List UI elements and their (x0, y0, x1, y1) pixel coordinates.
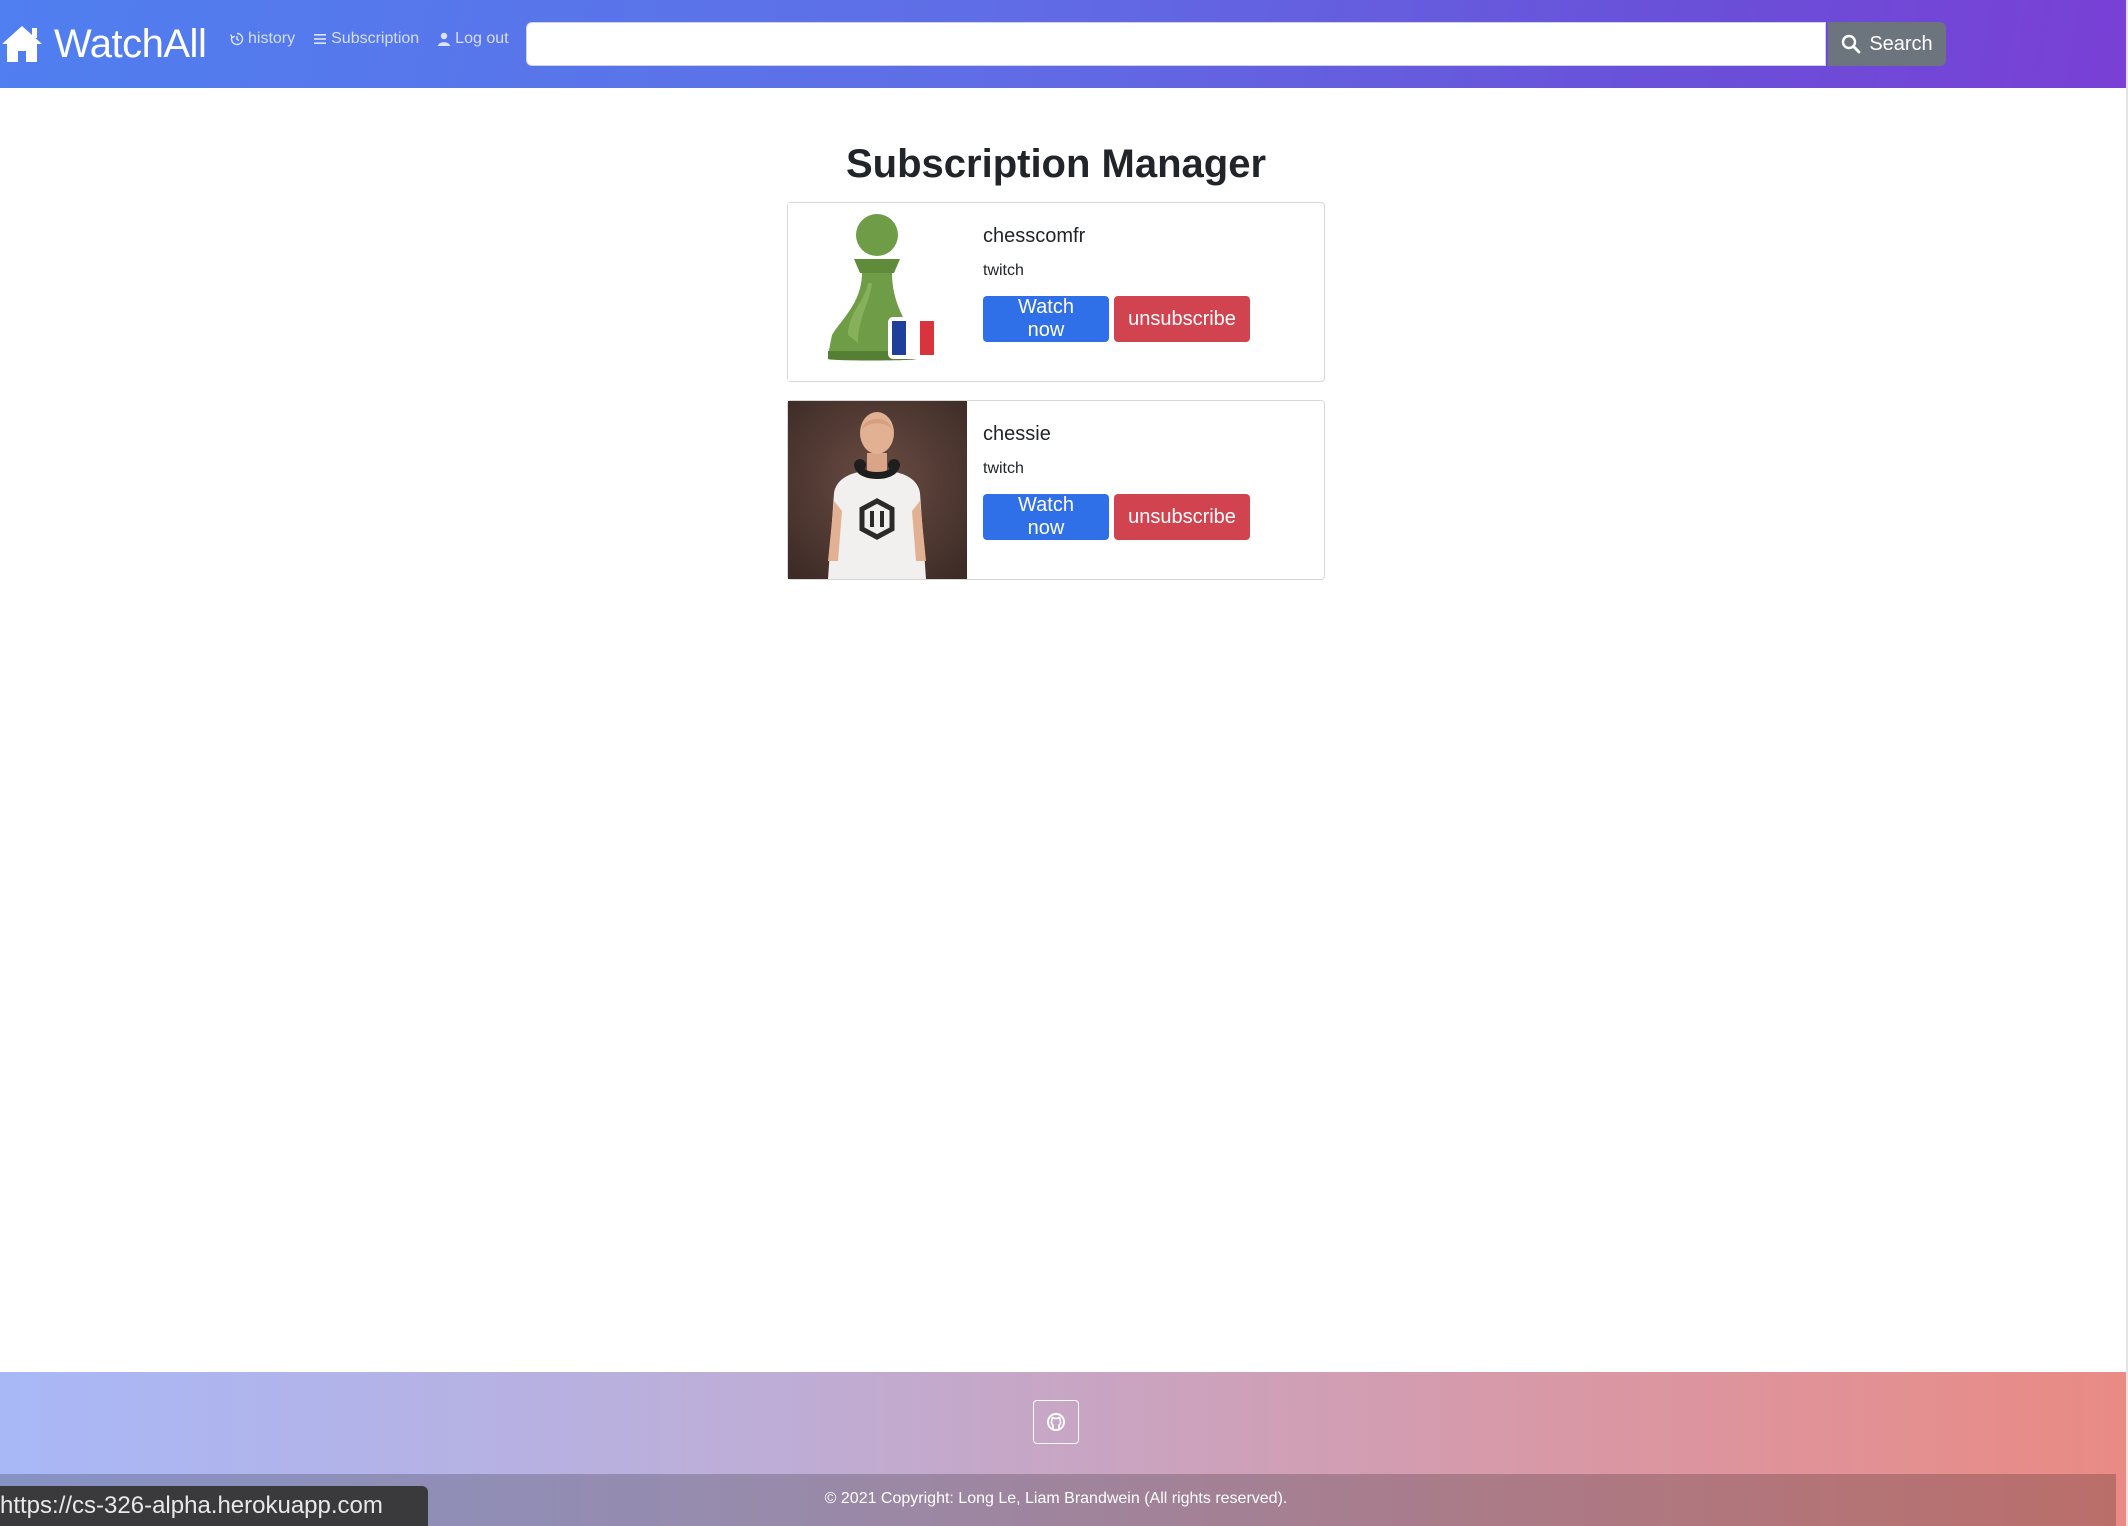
unsubscribe-button[interactable]: unsubscribe (1114, 296, 1250, 342)
card-body: chessie twitch Watch now unsubscribe (983, 417, 1250, 540)
status-bar-url: https://cs-326-alpha.herokuapp.com (0, 1486, 428, 1526)
person-photo (788, 401, 967, 579)
chess-pawn-icon (788, 203, 967, 381)
unsubscribe-button[interactable]: unsubscribe (1114, 494, 1250, 540)
brand-name: WatchAll (54, 21, 207, 66)
search-input[interactable] (526, 22, 1826, 66)
github-button[interactable] (1033, 1400, 1079, 1444)
nav-subscription-label: Subscription (331, 30, 420, 47)
nav-logout-label: Log out (455, 30, 509, 47)
card-actions: Watch now unsubscribe (983, 494, 1250, 540)
nav-links: history Subscription Log out (230, 30, 509, 48)
nav-subscription[interactable]: Subscription (313, 30, 419, 48)
nav-logout[interactable]: Log out (437, 30, 509, 48)
history-icon (230, 32, 244, 46)
user-icon (438, 32, 451, 46)
nav-history-label: history (248, 30, 296, 47)
france-flag-icon (888, 317, 938, 359)
github-icon (1047, 1413, 1065, 1431)
brand-link[interactable]: WatchAll (0, 18, 207, 70)
channel-name: chessie (983, 423, 1051, 445)
channel-avatar (788, 401, 967, 579)
navbar: WatchAll history Subscription Log out Se… (0, 0, 2128, 88)
card-body: chesscomfr twitch Watch now unsubscribe (983, 219, 1250, 342)
list-icon (314, 34, 327, 44)
nav-history[interactable]: history (230, 30, 295, 48)
subscription-card: chesscomfr twitch Watch now unsubscribe (787, 202, 1325, 382)
channel-name: chesscomfr (983, 225, 1086, 247)
search-icon (1842, 34, 1861, 54)
watch-now-button[interactable]: Watch now (983, 296, 1109, 342)
channel-platform: twitch (983, 262, 1024, 279)
channel-platform: twitch (983, 460, 1024, 477)
search-button-label: Search (1869, 32, 1933, 55)
home-icon (2, 26, 42, 62)
search-button[interactable]: Search (1828, 22, 1946, 66)
page-title: Subscription Manager (845, 142, 1267, 186)
channel-avatar (788, 203, 967, 381)
subscription-card: chessie twitch Watch now unsubscribe (787, 400, 1325, 580)
card-actions: Watch now unsubscribe (983, 296, 1250, 342)
watch-now-button[interactable]: Watch now (983, 494, 1109, 540)
